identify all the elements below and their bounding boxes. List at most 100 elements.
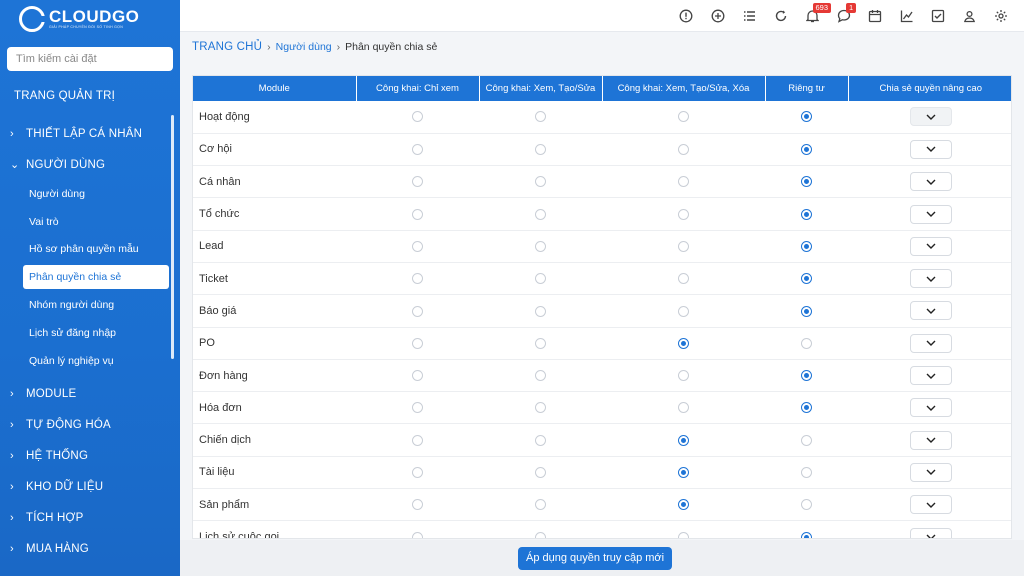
settings-icon[interactable] [986, 0, 1018, 32]
settings-search-input[interactable]: Tìm kiếm cài đặt [7, 47, 173, 71]
permission-radio[interactable] [535, 305, 546, 317]
sidebar-item-automation[interactable]: › TỰ ĐỘNG HÓA [0, 410, 180, 441]
sidebar-item-integration[interactable]: › TÍCH HỢP [0, 503, 180, 534]
chat-icon[interactable]: 1 [828, 0, 860, 32]
permission-radio[interactable] [535, 240, 546, 252]
advanced-sharing-dropdown[interactable] [909, 236, 952, 256]
sidebar-item-purchasing[interactable]: › MUA HÀNG [0, 534, 180, 565]
permission-radio[interactable] [535, 273, 546, 285]
advanced-sharing-dropdown[interactable] [909, 430, 952, 450]
sidebar-item-module[interactable]: › MODULE [0, 379, 180, 410]
permission-radio[interactable] [801, 531, 812, 538]
permission-radio[interactable] [801, 208, 812, 220]
notification-icon[interactable]: 693 [797, 0, 832, 32]
permission-radio[interactable] [535, 337, 546, 349]
task-icon[interactable] [923, 0, 955, 32]
advanced-sharing-dropdown[interactable] [909, 139, 952, 159]
sidebar-subitem-sharing-rules[interactable]: Phân quyền chia sẻ [23, 265, 169, 290]
permission-radio[interactable] [412, 434, 423, 446]
list-icon[interactable] [734, 0, 766, 32]
permission-radio[interactable] [535, 111, 546, 123]
permission-radio[interactable] [535, 434, 546, 446]
permission-radio[interactable] [412, 176, 423, 188]
permission-radio[interactable] [412, 305, 423, 317]
permission-radio[interactable] [535, 176, 546, 188]
add-icon[interactable] [702, 0, 734, 32]
permission-radio[interactable] [412, 240, 423, 252]
permission-radio[interactable] [412, 111, 423, 123]
permission-radio[interactable] [412, 402, 423, 414]
sidebar-subitem-roles[interactable]: Vai trò [0, 208, 180, 236]
permission-radio[interactable] [678, 208, 689, 220]
advanced-sharing-dropdown[interactable] [909, 301, 952, 321]
permission-radio[interactable] [412, 531, 423, 538]
permission-radio[interactable] [801, 467, 812, 478]
permission-radio[interactable] [801, 144, 812, 156]
advanced-sharing-dropdown[interactable] [909, 366, 952, 386]
sidebar-item-users[interactable]: ⌄ NGƯỜI DÙNG [0, 149, 180, 180]
brand-logo[interactable]: CLOUDGO GIẢI PHÁP CHUYỂN ĐỔI SỐ TINH GỌN [0, 0, 180, 38]
permission-radio[interactable] [801, 370, 812, 382]
permission-radio[interactable] [678, 305, 689, 317]
permission-radio[interactable] [801, 176, 812, 188]
permission-radio[interactable] [801, 499, 812, 511]
permission-radio[interactable] [678, 531, 689, 538]
permission-radio[interactable] [412, 337, 423, 349]
sidebar-subitem-business-management[interactable]: Quản lý nghiệp vụ [0, 347, 180, 375]
sidebar-subitem-login-history[interactable]: Lịch sử đăng nhập [0, 319, 180, 347]
advanced-sharing-dropdown[interactable] [909, 398, 952, 418]
permission-radio[interactable] [535, 531, 546, 538]
breadcrumb-users[interactable]: Người dùng [276, 41, 332, 53]
permission-radio[interactable] [678, 111, 689, 123]
info-icon[interactable] [671, 0, 703, 32]
permission-radio[interactable] [535, 402, 546, 414]
breadcrumb-home[interactable]: TRANG CHỦ [192, 41, 262, 53]
permission-radio[interactable] [678, 144, 689, 156]
permission-radio[interactable] [801, 337, 812, 349]
permission-radio[interactable] [678, 337, 689, 349]
permission-radio[interactable] [678, 176, 689, 188]
sidebar-subitem-user-groups[interactable]: Nhóm người dùng [0, 291, 180, 319]
calendar-icon[interactable] [860, 0, 892, 32]
advanced-sharing-dropdown[interactable] [909, 204, 952, 224]
user-icon[interactable] [954, 0, 986, 32]
sidebar-item-data-storage[interactable]: › KHO DỮ LIỆU [0, 472, 180, 503]
sidebar-subitem-users[interactable]: Người dùng [0, 180, 180, 208]
refresh-icon[interactable] [765, 0, 797, 32]
sidebar-subitem-profiles[interactable]: Hồ sơ phân quyền mẫu [0, 236, 180, 264]
permission-radio[interactable] [678, 240, 689, 252]
permission-radio[interactable] [678, 499, 689, 511]
sidebar-item-personal-settings[interactable]: › THIẾT LẬP CÁ NHÂN [0, 118, 180, 149]
permission-radio[interactable] [412, 499, 423, 511]
advanced-sharing-dropdown[interactable] [909, 495, 952, 515]
permission-radio[interactable] [801, 305, 812, 317]
permission-radio[interactable] [412, 467, 423, 478]
apply-permissions-button[interactable]: Áp dụng quyền truy cập mới [518, 547, 673, 570]
advanced-sharing-dropdown[interactable] [909, 172, 952, 192]
permission-radio[interactable] [801, 240, 812, 252]
permission-radio[interactable] [678, 434, 689, 446]
advanced-sharing-dropdown[interactable] [909, 527, 952, 538]
sidebar-scrollbar[interactable] [171, 115, 174, 359]
permission-radio[interactable] [801, 402, 812, 414]
permission-radio[interactable] [678, 370, 689, 382]
report-icon[interactable] [891, 0, 923, 32]
permission-radio[interactable] [535, 499, 546, 511]
permission-radio[interactable] [678, 273, 689, 285]
permission-radio[interactable] [412, 273, 423, 285]
permission-radio[interactable] [535, 370, 546, 382]
advanced-sharing-dropdown[interactable] [909, 333, 952, 353]
permission-radio[interactable] [412, 370, 423, 382]
permission-radio[interactable] [801, 111, 812, 123]
advanced-sharing-dropdown[interactable] [909, 269, 952, 289]
permission-radio[interactable] [535, 144, 546, 156]
permission-radio[interactable] [412, 144, 423, 156]
advanced-sharing-dropdown[interactable] [909, 462, 952, 482]
permission-radio[interactable] [801, 273, 812, 285]
permission-radio[interactable] [678, 467, 689, 478]
permission-radio[interactable] [801, 434, 812, 446]
permission-radio[interactable] [412, 208, 423, 220]
permission-radio[interactable] [678, 402, 689, 414]
permission-radio[interactable] [535, 208, 546, 220]
sidebar-item-system[interactable]: › HỆ THỐNG [0, 441, 180, 472]
